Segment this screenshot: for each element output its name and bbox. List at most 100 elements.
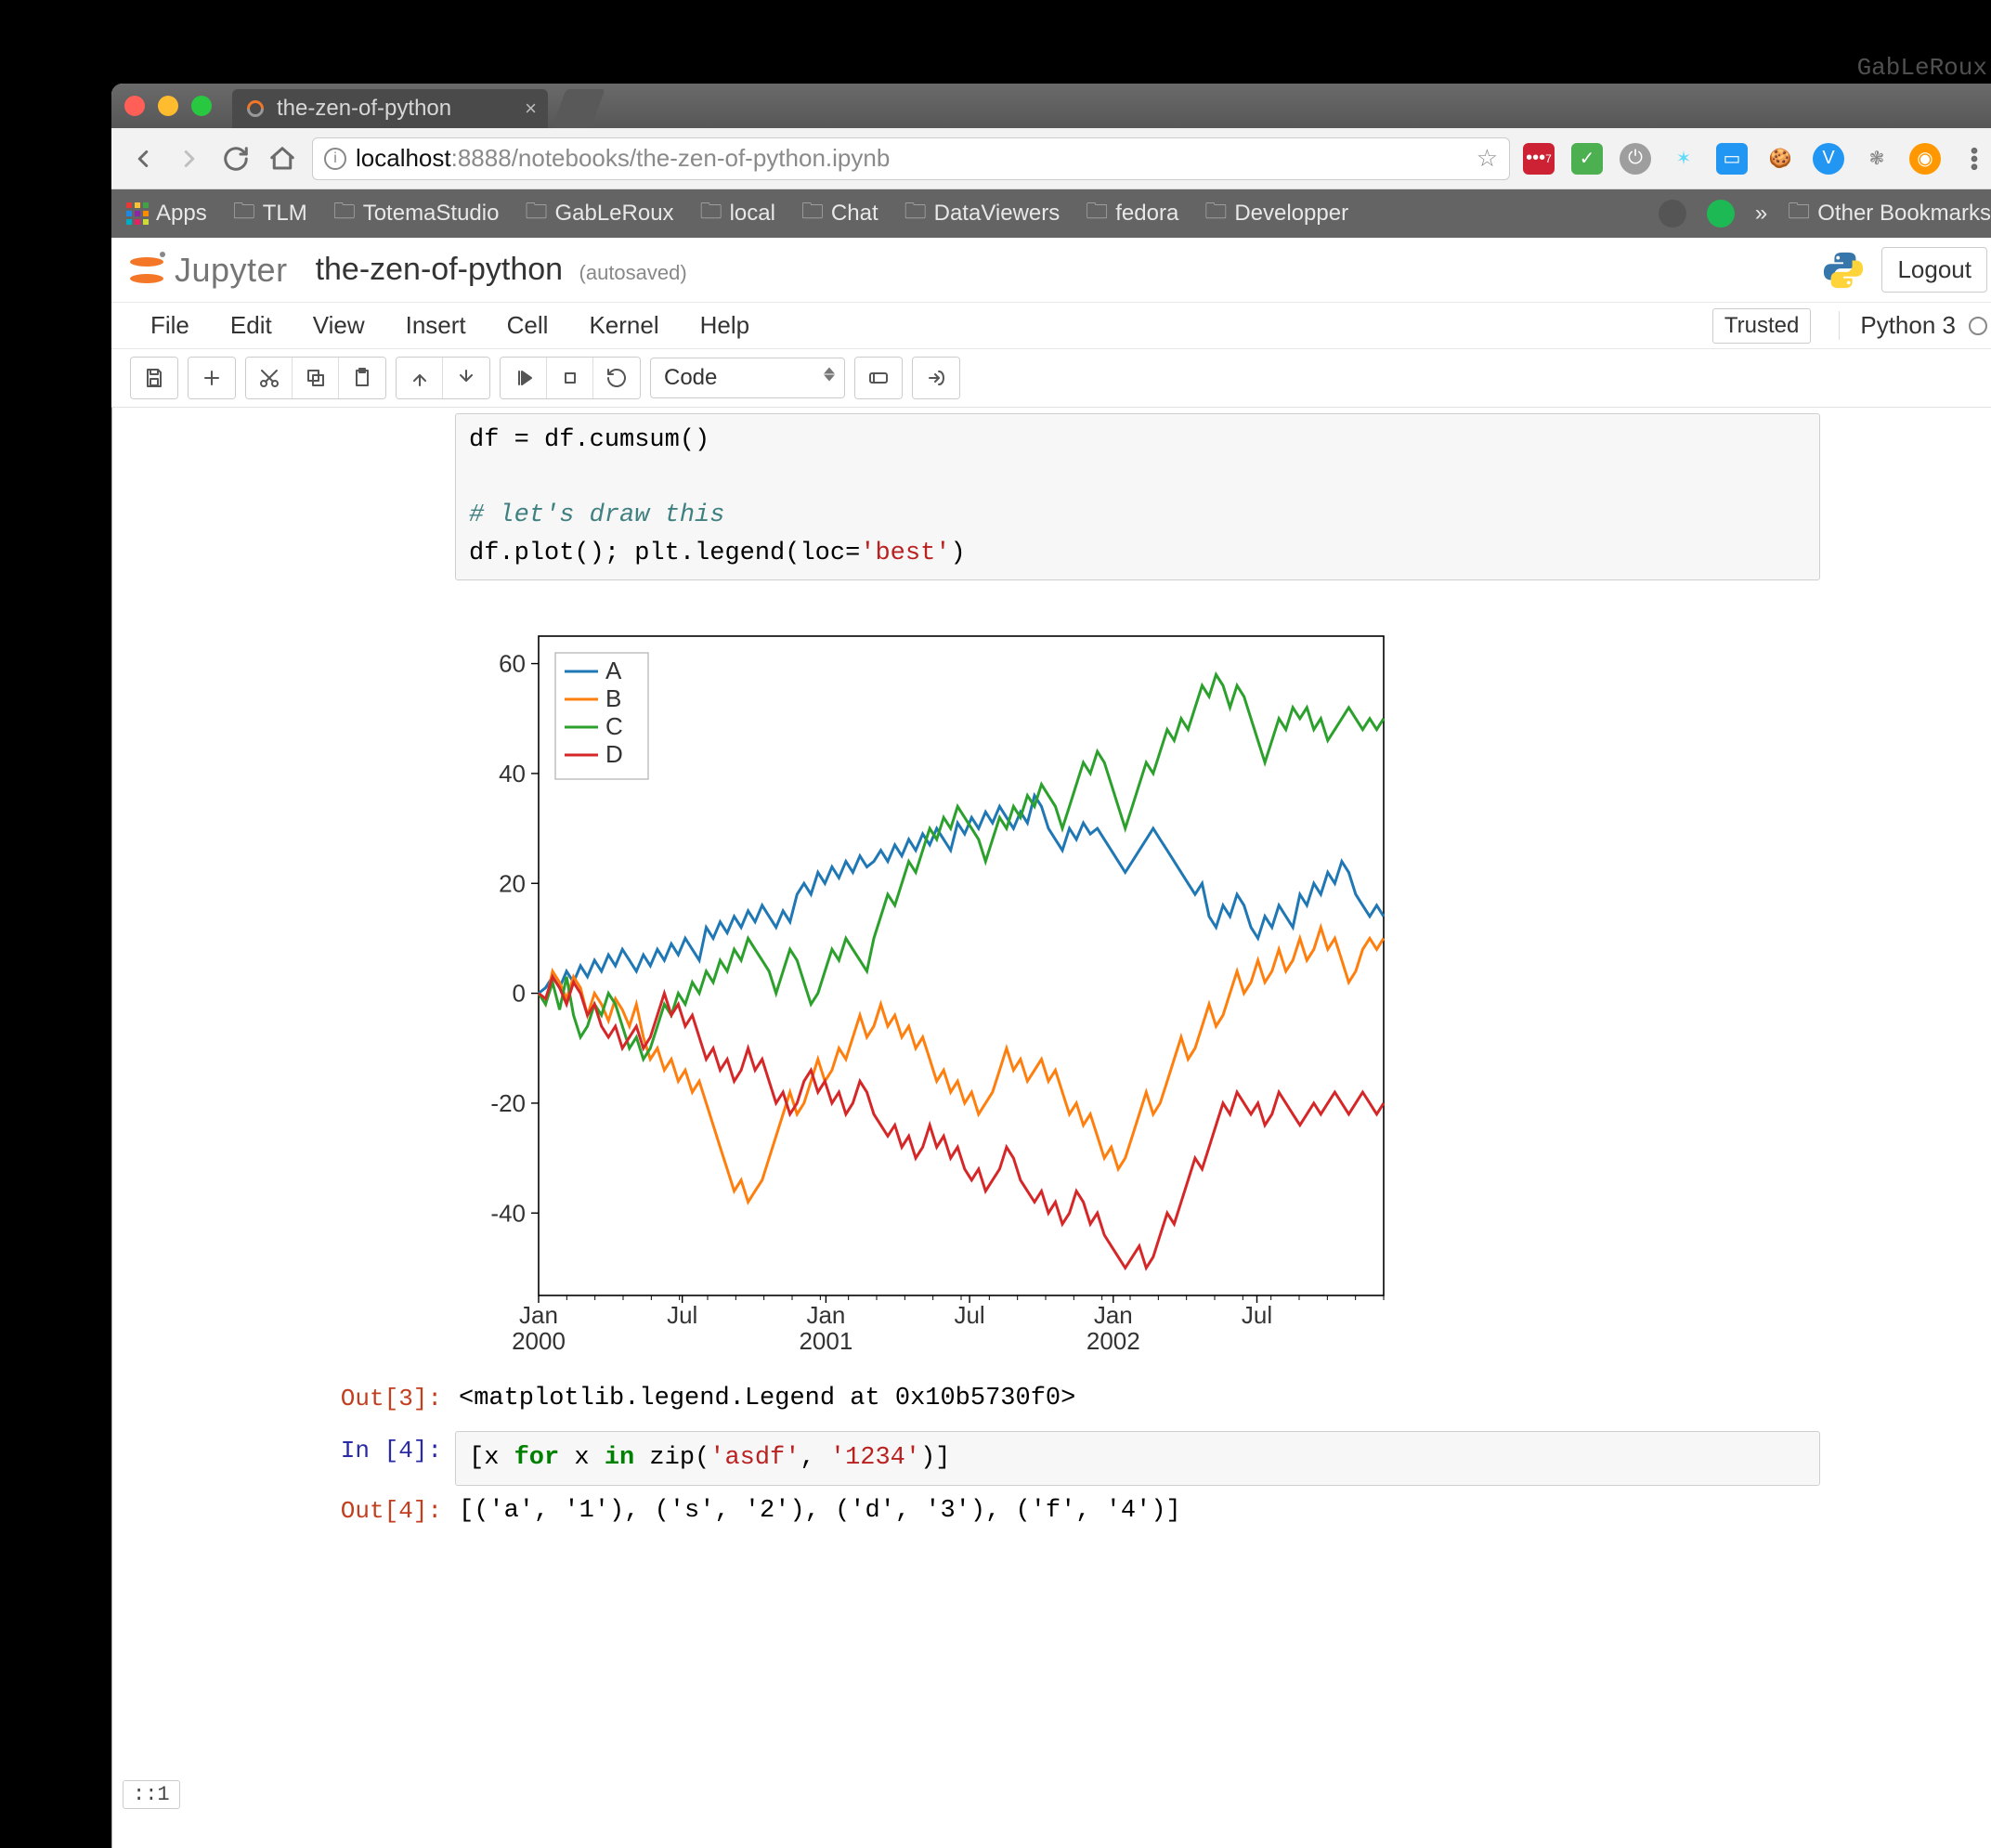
folder-icon: 🗀 bbox=[333, 195, 356, 233]
close-window-button[interactable] bbox=[124, 96, 145, 116]
address-bar[interactable]: i localhost:8888/notebooks/the-zen-of-py… bbox=[312, 137, 1510, 180]
menu-view[interactable]: View bbox=[293, 311, 385, 340]
menu-bar: File Edit View Insert Cell Kernel Help T… bbox=[111, 302, 1991, 348]
home-button[interactable] bbox=[266, 142, 299, 176]
svg-text:-20: -20 bbox=[490, 1089, 526, 1117]
extension-dark-icon[interactable] bbox=[1659, 200, 1686, 228]
bookmarks-overflow[interactable]: » bbox=[1755, 201, 1767, 227]
svg-text:60: 60 bbox=[499, 650, 526, 678]
extension-power-icon[interactable]: ⏻ bbox=[1620, 143, 1651, 175]
svg-text:2001: 2001 bbox=[799, 1327, 852, 1355]
paste-button[interactable] bbox=[339, 358, 385, 398]
output-cell: Out[3]: <matplotlib.legend.Legend at 0x1… bbox=[297, 1379, 1820, 1418]
add-cell-button[interactable] bbox=[189, 358, 235, 398]
extension-postman-icon[interactable]: ◉ bbox=[1909, 143, 1941, 175]
folder-icon: 🗀 bbox=[904, 195, 927, 233]
move-up-button[interactable] bbox=[397, 358, 443, 398]
restart-button[interactable] bbox=[593, 358, 640, 398]
bookmark-folder[interactable]: 🗀GabLeRoux bbox=[525, 195, 673, 233]
new-tab-button[interactable] bbox=[552, 89, 605, 128]
menu-insert[interactable]: Insert bbox=[385, 311, 487, 340]
desktop-user-label: GabLeRoux bbox=[1857, 54, 1987, 82]
back-button[interactable] bbox=[126, 142, 160, 176]
svg-text:20: 20 bbox=[499, 869, 526, 897]
extension-cookie-icon[interactable]: 🍪 bbox=[1764, 143, 1796, 175]
logout-button[interactable]: Logout bbox=[1881, 247, 1987, 293]
kernel-status-icon bbox=[1969, 317, 1987, 335]
code-cell[interactable]: In [4]: [x for x in zip('asdf', '1234')] bbox=[297, 1431, 1820, 1486]
reload-button[interactable] bbox=[219, 142, 253, 176]
code-input[interactable]: df = df.cumsum() # let's draw this df.pl… bbox=[455, 413, 1820, 580]
output-cell: Out[4]: [('a', '1'), ('s', '2'), ('d', '… bbox=[297, 1491, 1820, 1530]
minimize-window-button[interactable] bbox=[158, 96, 178, 116]
copy-button[interactable] bbox=[293, 358, 339, 398]
site-info-icon[interactable]: i bbox=[324, 148, 346, 170]
menu-edit[interactable]: Edit bbox=[210, 311, 293, 340]
extension-lastpass-icon[interactable]: •••7 bbox=[1523, 143, 1555, 175]
code-input[interactable]: [x for x in zip('asdf', '1234')] bbox=[455, 1431, 1820, 1486]
url-host: localhost bbox=[356, 144, 451, 173]
bookmark-star-icon[interactable]: ☆ bbox=[1477, 144, 1498, 173]
bookmark-folder[interactable]: 🗀Developper bbox=[1204, 195, 1348, 233]
apps-button[interactable]: Apps bbox=[126, 201, 207, 227]
bookmark-folder[interactable]: 🗀fedora bbox=[1086, 195, 1178, 233]
svg-text:0: 0 bbox=[513, 980, 526, 1008]
browser-window: the-zen-of-python × i localhost:8888/not… bbox=[111, 84, 1991, 1848]
tab-close-icon[interactable]: × bbox=[525, 97, 537, 121]
svg-text:B: B bbox=[605, 684, 621, 712]
menu-help[interactable]: Help bbox=[680, 311, 770, 340]
folder-icon: 🗀 bbox=[1788, 195, 1810, 233]
extension-vimium-icon[interactable]: V bbox=[1813, 143, 1844, 175]
zoom-window-button[interactable] bbox=[191, 96, 212, 116]
tab-title: the-zen-of-python bbox=[277, 96, 451, 122]
extension-spotify-icon[interactable] bbox=[1707, 200, 1735, 228]
python-logo-icon bbox=[1822, 249, 1865, 292]
cut-button[interactable] bbox=[246, 358, 293, 398]
jupyter-logo[interactable]: Jupyter bbox=[130, 251, 288, 290]
jupyter-word: Jupyter bbox=[175, 251, 288, 290]
command-palette-button[interactable] bbox=[855, 358, 902, 398]
folder-icon: 🗀 bbox=[1204, 195, 1227, 233]
bookmark-folder[interactable]: 🗀DataViewers bbox=[904, 195, 1061, 233]
notebook-toolbar: Code bbox=[111, 348, 1991, 407]
bookmark-folder[interactable]: 🗀Chat bbox=[801, 195, 878, 233]
out-prompt: Out[4]: bbox=[297, 1491, 455, 1530]
notebook-area: Jupyter the-zen-of-python (autosaved) Lo… bbox=[111, 238, 1991, 1848]
other-bookmarks[interactable]: 🗀Other Bookmarks bbox=[1788, 195, 1991, 233]
celltype-select[interactable]: Code bbox=[650, 358, 845, 398]
browser-menu-icon[interactable] bbox=[1958, 142, 1991, 176]
menu-kernel[interactable]: Kernel bbox=[568, 311, 679, 340]
kernel-indicator[interactable]: Python 3 bbox=[1839, 311, 1987, 340]
out-text: [('a', '1'), ('s', '2'), ('d', '3'), ('f… bbox=[455, 1491, 1820, 1530]
save-button[interactable] bbox=[131, 358, 177, 398]
in-prompt: In [4]: bbox=[297, 1431, 455, 1486]
bookmark-folder[interactable]: 🗀local bbox=[700, 195, 775, 233]
extension-window-icon[interactable]: ▭ bbox=[1716, 143, 1748, 175]
bookmark-folder[interactable]: 🗀TotemaStudio bbox=[333, 195, 500, 233]
svg-text:2002: 2002 bbox=[1087, 1327, 1140, 1355]
share-button[interactable] bbox=[913, 358, 959, 398]
folder-icon: 🗀 bbox=[700, 195, 722, 233]
browser-tab[interactable]: the-zen-of-python × bbox=[232, 89, 548, 128]
svg-text:Jul: Jul bbox=[1242, 1301, 1272, 1329]
interrupt-button[interactable] bbox=[547, 358, 593, 398]
window-titlebar: the-zen-of-python × bbox=[111, 84, 1991, 128]
notebook-title[interactable]: the-zen-of-python (autosaved) bbox=[316, 252, 687, 288]
extension-checkmark-icon[interactable]: ✓ bbox=[1571, 143, 1603, 175]
trusted-badge[interactable]: Trusted bbox=[1712, 308, 1811, 344]
extension-react-icon[interactable]: ✶ bbox=[1668, 143, 1699, 175]
extension-octopus-icon[interactable]: ❃ bbox=[1861, 143, 1893, 175]
menu-file[interactable]: File bbox=[130, 311, 210, 340]
svg-text:Jan: Jan bbox=[1094, 1301, 1133, 1329]
out-text: <matplotlib.legend.Legend at 0x10b5730f0… bbox=[455, 1379, 1820, 1418]
browser-toolbar: i localhost:8888/notebooks/the-zen-of-py… bbox=[111, 128, 1991, 189]
code-cell[interactable]: df = df.cumsum() # let's draw this df.pl… bbox=[297, 413, 1820, 580]
menu-cell[interactable]: Cell bbox=[487, 311, 569, 340]
run-button[interactable] bbox=[501, 358, 547, 398]
move-down-button[interactable] bbox=[443, 358, 489, 398]
bookmark-folder[interactable]: 🗀TLM bbox=[233, 195, 307, 233]
svg-text:-40: -40 bbox=[490, 1199, 526, 1227]
chart-output: -40-200204060Jan2000JulJan2001JulJan2002… bbox=[455, 618, 1402, 1360]
forward-button[interactable] bbox=[173, 142, 206, 176]
jupyter-favicon-icon bbox=[243, 97, 267, 120]
